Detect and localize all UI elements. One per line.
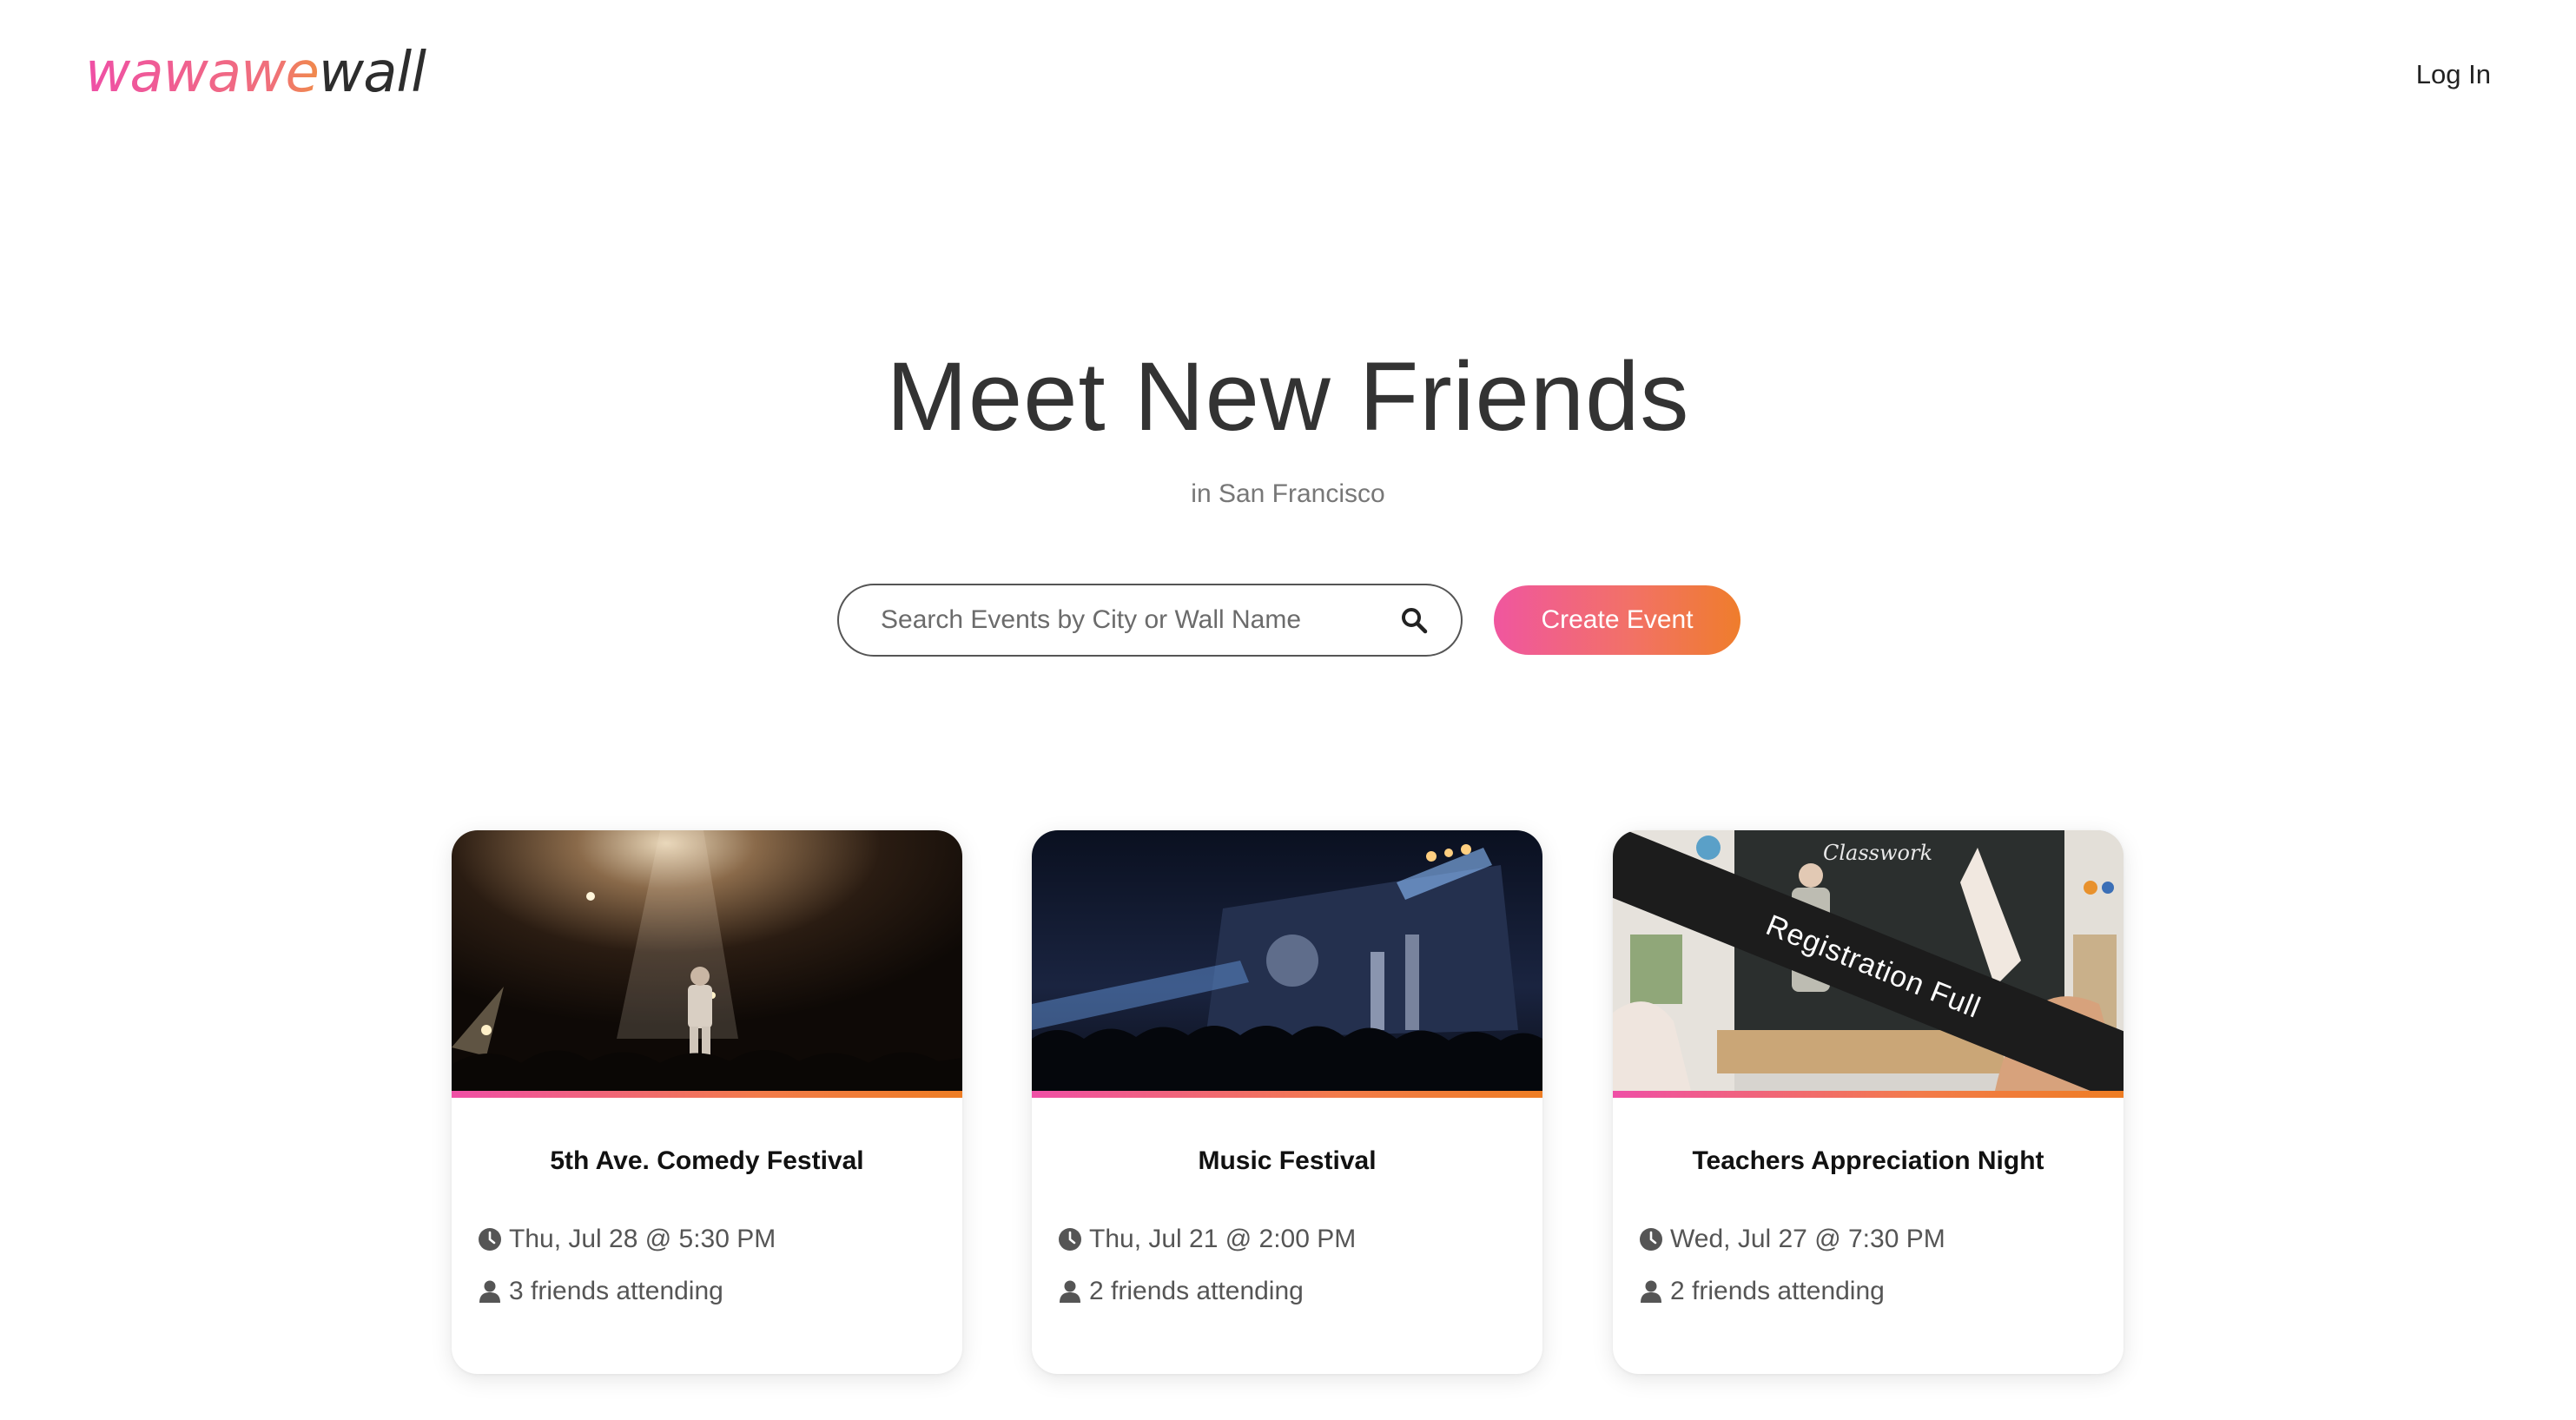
person-icon — [1641, 1280, 1661, 1303]
event-card[interactable]: Music Festival Thu, Jul 21 @ 2:00 PM 2 f… — [1032, 830, 1542, 1374]
event-image — [452, 830, 962, 1091]
page: wawawewall Log In Meet New Friends in Sa… — [0, 0, 2576, 1420]
search-input[interactable] — [881, 585, 1367, 655]
event-title: Teachers Appreciation Night — [1692, 1146, 2044, 1175]
login-link[interactable]: Log In — [2416, 59, 2491, 90]
card-accent-stripe — [452, 1091, 962, 1098]
event-friends-text: 2 friends attending — [1670, 1277, 1885, 1305]
card-accent-stripe — [1032, 1091, 1542, 1098]
hero-title: Meet New Friends — [886, 342, 1690, 451]
event-friends: 2 friends attending — [1058, 1277, 1304, 1306]
event-image — [1032, 830, 1542, 1091]
event-date: Thu, Jul 28 @ 5:30 PM — [478, 1225, 776, 1254]
event-date: Thu, Jul 21 @ 2:00 PM — [1058, 1225, 1356, 1254]
chalkboard-text: Classwork — [1823, 841, 1932, 865]
event-title: 5th Ave. Comedy Festival — [550, 1146, 864, 1175]
comedy-stage-photo — [452, 830, 962, 1091]
person-icon — [479, 1280, 500, 1303]
event-friends: 2 friends attending — [1639, 1277, 1885, 1306]
event-card[interactable]: 5th Ave. Comedy Festival Thu, Jul 28 @ 5… — [452, 830, 962, 1374]
event-date: Wed, Jul 27 @ 7:30 PM — [1639, 1225, 1945, 1254]
event-date-text: Wed, Jul 27 @ 7:30 PM — [1670, 1225, 1945, 1253]
search-icon[interactable] — [1400, 606, 1428, 634]
logo-part-1: wawawe — [85, 41, 320, 105]
create-event-button[interactable]: Create Event — [1494, 585, 1740, 655]
logo[interactable]: wawawewall — [85, 38, 426, 108]
event-friends-text: 2 friends attending — [1089, 1277, 1304, 1305]
event-date-text: Thu, Jul 21 @ 2:00 PM — [1089, 1225, 1357, 1253]
person-icon — [1060, 1280, 1080, 1303]
event-friends-text: 3 friends attending — [509, 1277, 723, 1305]
concert-crowd-photo — [1032, 830, 1542, 1091]
event-image: Classwork Registration Full — [1613, 830, 2124, 1091]
event-date-text: Thu, Jul 28 @ 5:30 PM — [509, 1225, 776, 1253]
clock-icon — [1059, 1228, 1081, 1251]
clock-icon — [479, 1228, 501, 1251]
logo-part-2: wall — [318, 41, 426, 105]
event-title: Music Festival — [1198, 1146, 1377, 1175]
event-card[interactable]: Classwork Registration Full Teachers App — [1613, 830, 2124, 1374]
search-box — [837, 584, 1463, 657]
card-accent-stripe — [1613, 1091, 2124, 1098]
event-friends: 3 friends attending — [478, 1277, 723, 1306]
clock-icon — [1640, 1228, 1662, 1251]
hero-subtitle: in San Francisco — [1191, 479, 1385, 508]
